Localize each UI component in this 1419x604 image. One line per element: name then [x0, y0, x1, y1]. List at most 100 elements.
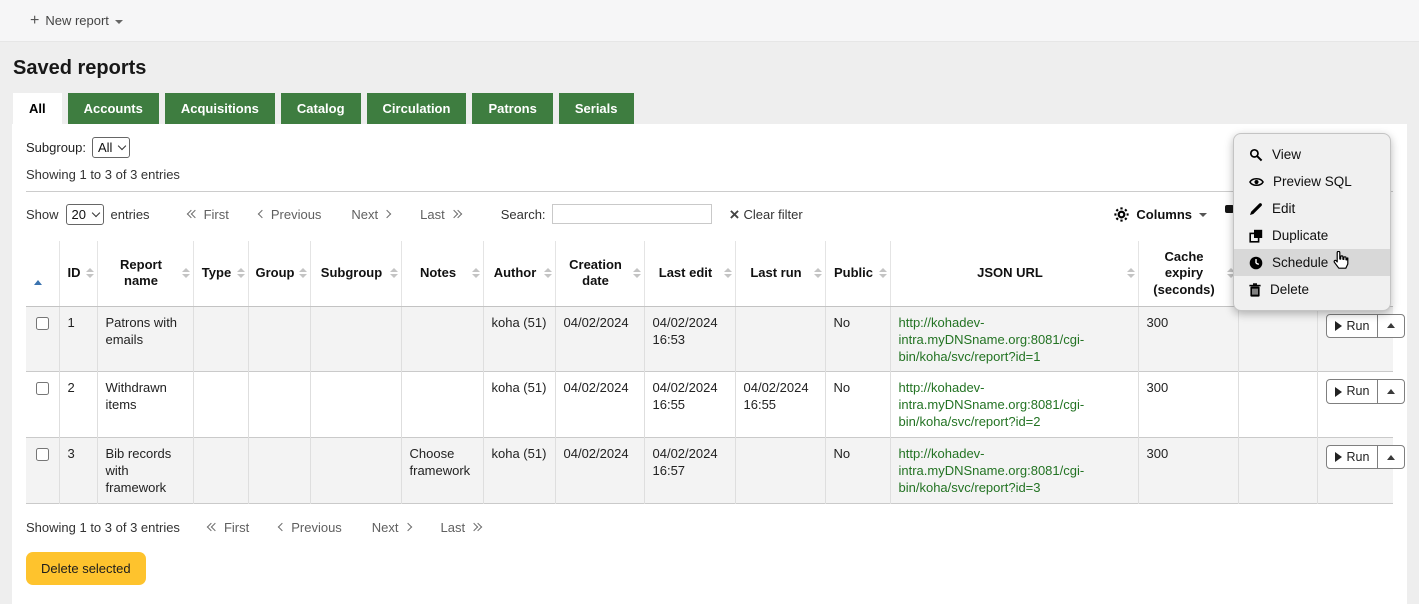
tab-circulation[interactable]: Circulation [367, 93, 467, 124]
sort-icon [814, 268, 822, 278]
last-page-button[interactable]: Last [441, 520, 482, 535]
run-menu-toggle[interactable] [1377, 315, 1404, 337]
previous-page-button[interactable]: Previous [259, 207, 322, 222]
sort-icon [1127, 268, 1135, 278]
menu-item-schedule[interactable]: Schedule [1234, 249, 1390, 276]
cell-cache-expiry: 300 [1138, 372, 1238, 438]
sort-icon [86, 268, 94, 278]
play-icon [1335, 452, 1342, 462]
run-menu-toggle[interactable] [1377, 380, 1404, 402]
cell-empty [1238, 438, 1317, 504]
subgroup-select[interactable]: All [92, 137, 130, 158]
entries-label: entries [111, 207, 150, 222]
json-url-link[interactable]: http://kohadev-intra.myDNSname.org:8081/… [899, 446, 1085, 495]
header-creation-date[interactable]: Creation date [555, 241, 644, 306]
header-id[interactable]: ID [59, 241, 97, 306]
last-page-button[interactable]: Last [420, 207, 461, 222]
json-url-link[interactable]: http://kohadev-intra.myDNSname.org:8081/… [899, 315, 1085, 364]
cell-notes: Choose framework [401, 438, 483, 504]
double-chevron-right-icon [471, 524, 481, 530]
cell-actions: Run [1317, 306, 1393, 372]
row-checkbox[interactable] [36, 382, 49, 395]
cell-select [26, 372, 59, 438]
sort-ascending-icon [34, 265, 42, 285]
plus-icon: + [30, 13, 39, 29]
next-page-button[interactable]: Next [372, 520, 411, 535]
tab-all[interactable]: All [13, 93, 62, 124]
caret-up-icon [1387, 389, 1395, 394]
run-button[interactable]: Run [1327, 315, 1378, 337]
row-checkbox[interactable] [36, 317, 49, 330]
header-public[interactable]: Public [825, 241, 890, 306]
header-last-run[interactable]: Last run [735, 241, 825, 306]
new-report-button[interactable]: + New report [30, 13, 123, 29]
page-size-select[interactable]: 20 [66, 204, 104, 225]
menu-item-delete[interactable]: Delete [1234, 276, 1390, 303]
menu-item-edit[interactable]: Edit [1234, 195, 1390, 222]
delete-selected-button[interactable]: Delete selected [26, 552, 146, 585]
header-report-name[interactable]: Report name [97, 241, 193, 306]
chevron-down-icon [115, 20, 123, 24]
cell-id: 3 [59, 438, 97, 504]
header-select[interactable] [26, 241, 59, 306]
run-menu-toggle[interactable] [1377, 446, 1404, 468]
row-actions-menu: View Preview SQL Edit Duplicate Schedule [1233, 133, 1391, 311]
run-button[interactable]: Run [1327, 380, 1378, 402]
double-chevron-left-icon [188, 211, 198, 217]
sort-icon [472, 268, 480, 278]
previous-page-button[interactable]: Previous [279, 520, 342, 535]
header-cache-expiry[interactable]: Cache expiry (seconds) [1138, 241, 1238, 306]
tab-catalog[interactable]: Catalog [281, 93, 361, 124]
header-type[interactable]: Type [193, 241, 248, 306]
entries-info-bottom: Showing 1 to 3 of 3 entries [26, 520, 180, 535]
gear-icon [1114, 207, 1129, 222]
menu-item-preview-sql[interactable]: Preview SQL [1234, 168, 1390, 195]
pagination-bottom: First Previous Next Last [208, 520, 481, 535]
columns-button[interactable]: Columns [1114, 207, 1207, 222]
cell-empty [1238, 306, 1317, 372]
header-group[interactable]: Group [248, 241, 310, 306]
double-chevron-left-icon [208, 524, 218, 530]
tab-accounts[interactable]: Accounts [68, 93, 159, 124]
sort-icon [237, 268, 245, 278]
next-page-button[interactable]: Next [351, 207, 390, 222]
run-button[interactable]: Run [1327, 446, 1378, 468]
chevron-right-icon [403, 523, 411, 531]
cell-last-edit: 04/02/2024 16:57 [644, 438, 735, 504]
tab-serials[interactable]: Serials [559, 93, 634, 124]
report-row: 3 Bib records with framework Choose fram… [26, 438, 1393, 504]
header-author[interactable]: Author [483, 241, 555, 306]
eye-icon [1249, 176, 1264, 188]
first-page-button[interactable]: First [208, 520, 249, 535]
tab-acquisitions[interactable]: Acquisitions [165, 93, 275, 124]
menu-item-duplicate[interactable]: Duplicate [1234, 222, 1390, 249]
first-page-button[interactable]: First [188, 207, 229, 222]
chevron-left-icon [258, 210, 266, 218]
search-icon [1249, 148, 1263, 162]
run-split-button: Run [1326, 445, 1406, 469]
cell-group [248, 372, 310, 438]
cell-subgroup [310, 306, 401, 372]
row-checkbox[interactable] [36, 448, 49, 461]
cell-author: koha (51) [483, 438, 555, 504]
search-label: Search: [501, 207, 546, 222]
header-subgroup[interactable]: Subgroup [310, 241, 401, 306]
caret-up-icon [1387, 455, 1395, 460]
header-last-edit[interactable]: Last edit [644, 241, 735, 306]
double-chevron-right-icon [451, 211, 461, 217]
tab-patrons[interactable]: Patrons [472, 93, 552, 124]
clear-filter-button[interactable]: × Clear filter [730, 206, 803, 223]
menu-item-view[interactable]: View [1234, 141, 1390, 168]
cell-last-run [735, 438, 825, 504]
cell-creation-date: 04/02/2024 [555, 438, 644, 504]
search-input[interactable] [552, 204, 712, 224]
cell-public: No [825, 372, 890, 438]
chevron-left-icon [278, 523, 286, 531]
cell-notes [401, 306, 483, 372]
caret-up-icon [1387, 323, 1395, 328]
cell-last-run: 04/02/2024 16:55 [735, 372, 825, 438]
header-notes[interactable]: Notes [401, 241, 483, 306]
report-row: 1 Patrons with emails koha (51) 04/02/20… [26, 306, 1393, 372]
json-url-link[interactable]: http://kohadev-intra.myDNSname.org:8081/… [899, 380, 1085, 429]
header-json-url[interactable]: JSON URL [890, 241, 1138, 306]
